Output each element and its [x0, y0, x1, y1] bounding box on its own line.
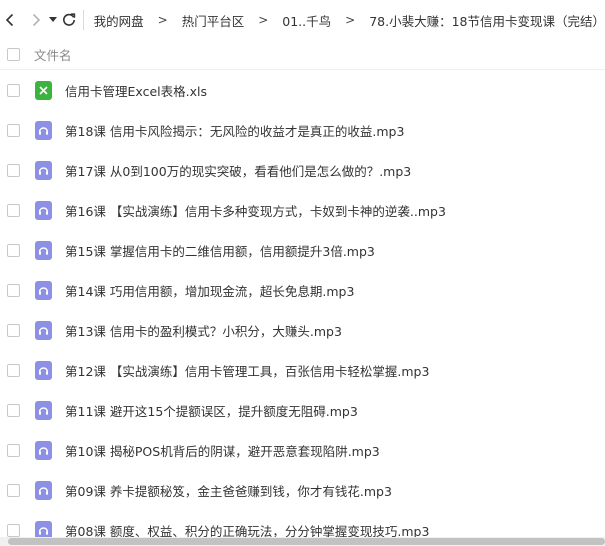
breadcrumb-separator: >: [157, 13, 168, 27]
toolbar: 我的网盘 > 热门平台区 > 01..千鸟 > 78.小裴大赚：18节信用卡变现…: [0, 0, 605, 40]
file-checkbox[interactable]: [7, 523, 20, 537]
refresh-icon: [62, 13, 75, 26]
breadcrumb-item-hot[interactable]: 热门平台区: [182, 11, 245, 30]
file-name[interactable]: 第16课 【实战演练】信用卡多种变现方式，卡奴到卡神的逆袭..mp3: [65, 201, 446, 220]
chevron-right-icon: [32, 13, 40, 27]
back-button[interactable]: [0, 0, 20, 40]
file-row[interactable]: 第09课 养卡提额秘笈，金主爸爸赚到钱，你才有钱花.mp3: [0, 470, 605, 510]
select-all-checkbox[interactable]: [7, 48, 20, 61]
file-checkbox[interactable]: [7, 83, 20, 97]
history-dropdown-button[interactable]: [48, 0, 59, 40]
file-checkbox[interactable]: [7, 163, 20, 177]
file-row[interactable]: 第16课 【实战演练】信用卡多种变现方式，卡奴到卡神的逆袭..mp3: [0, 190, 605, 230]
audio-file-icon: [35, 200, 52, 220]
file-row[interactable]: 第18课 信用卡风险揭示：无风险的收益才是真正的收益.mp3: [0, 110, 605, 150]
audio-file-icon: [35, 280, 52, 300]
breadcrumb-separator: >: [258, 13, 269, 27]
horizontal-scrollbar[interactable]: [0, 537, 605, 546]
file-row[interactable]: 第17课 从0到100万的现实突破，看看他们是怎么做的？.mp3: [0, 150, 605, 190]
caret-down-icon: [48, 17, 57, 22]
file-name[interactable]: 信用卡管理Excel表格.xls: [65, 81, 207, 100]
file-checkbox[interactable]: [7, 123, 20, 137]
audio-file-icon: [35, 240, 52, 260]
file-name[interactable]: 第13课 信用卡的盈利模式？小积分，大赚头.mp3: [65, 321, 342, 340]
excel-file-icon: [35, 80, 52, 100]
forward-button[interactable]: [26, 0, 46, 40]
file-name[interactable]: 第09课 养卡提额秘笈，金主爸爸赚到钱，你才有钱花.mp3: [65, 481, 392, 500]
file-name[interactable]: 第12课 【实战演练】信用卡管理工具，百张信用卡轻松掌握.mp3: [65, 361, 429, 380]
file-checkbox[interactable]: [7, 283, 20, 297]
file-row[interactable]: 第13课 信用卡的盈利模式？小积分，大赚头.mp3: [0, 310, 605, 350]
file-checkbox[interactable]: [7, 403, 20, 417]
file-checkbox[interactable]: [7, 483, 20, 497]
file-name[interactable]: 第15课 掌握信用卡的二维信用额，信用额提升3倍.mp3: [65, 241, 375, 260]
breadcrumb-item-root[interactable]: 我的网盘: [94, 11, 144, 30]
audio-file-icon: [35, 120, 52, 140]
file-row[interactable]: 第14课 巧用信用额，增加现金流，超长免息期.mp3: [0, 270, 605, 310]
column-header-filename[interactable]: 文件名: [34, 45, 72, 64]
file-row[interactable]: 第12课 【实战演练】信用卡管理工具，百张信用卡轻松掌握.mp3: [0, 350, 605, 390]
file-row[interactable]: 信用卡管理Excel表格.xls: [0, 70, 605, 110]
file-checkbox[interactable]: [7, 203, 20, 217]
audio-file-icon: [35, 360, 52, 380]
breadcrumb: 我的网盘 > 热门平台区 > 01..千鸟 > 78.小裴大赚：18节信用卡变现…: [94, 11, 605, 30]
scrollbar-thumb[interactable]: [8, 538, 605, 545]
file-checkbox[interactable]: [7, 323, 20, 337]
file-checkbox[interactable]: [7, 443, 20, 457]
file-name[interactable]: 第14课 巧用信用额，增加现金流，超长免息期.mp3: [65, 281, 354, 300]
chevron-left-icon: [5, 13, 13, 27]
file-row[interactable]: 第10课 揭秘POS机背后的阴谋，避开恶意套现陷阱.mp3: [0, 430, 605, 470]
refresh-button[interactable]: [60, 0, 77, 40]
breadcrumb-item-current[interactable]: 78.小裴大赚：18节信用卡变现课（完结）: [369, 11, 605, 30]
file-row[interactable]: 第15课 掌握信用卡的二维信用额，信用额提升3倍.mp3: [0, 230, 605, 270]
file-name[interactable]: 第18课 信用卡风险揭示：无风险的收益才是真正的收益.mp3: [65, 121, 404, 140]
file-checkbox[interactable]: [7, 243, 20, 257]
breadcrumb-separator: >: [345, 13, 356, 27]
file-checkbox[interactable]: [7, 363, 20, 377]
file-name[interactable]: 第10课 揭秘POS机背后的阴谋，避开恶意套现陷阱.mp3: [65, 441, 380, 460]
audio-file-icon: [35, 160, 52, 180]
audio-file-icon: [35, 440, 52, 460]
file-name[interactable]: 第17课 从0到100万的现实突破，看看他们是怎么做的？.mp3: [65, 161, 411, 180]
file-list-header: 文件名: [0, 40, 605, 70]
audio-file-icon: [35, 400, 52, 420]
file-row[interactable]: 第11课 避开这15个提额误区，提升额度无阻碍.mp3: [0, 390, 605, 430]
toolbar-divider: [82, 10, 84, 30]
breadcrumb-item-folder[interactable]: 01..千鸟: [282, 11, 331, 30]
file-name[interactable]: 第11课 避开这15个提额误区，提升额度无阻碍.mp3: [65, 401, 358, 420]
file-list: 信用卡管理Excel表格.xls 第18课 信用卡风险揭示：无风险的收益才是真正…: [0, 70, 605, 546]
audio-file-icon: [35, 480, 52, 500]
audio-file-icon: [35, 320, 52, 340]
